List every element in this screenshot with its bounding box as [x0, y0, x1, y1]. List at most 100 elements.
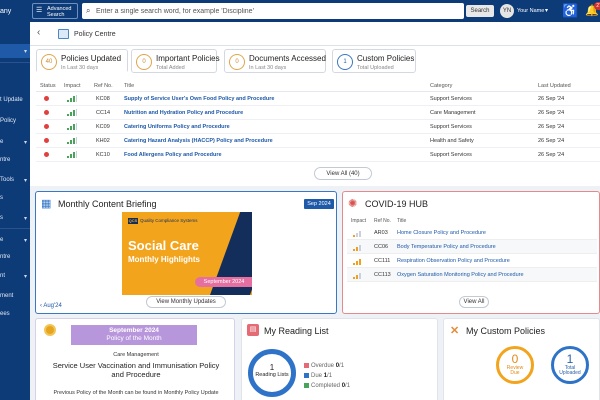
tab-important-policies[interactable]: 0 Important Policies Total Added — [131, 49, 220, 73]
advanced-search-button[interactable]: ☰ Advanced Search — [32, 3, 78, 19]
user-name[interactable]: Your Name — [517, 8, 544, 14]
tab-subtitle: Total Uploaded — [357, 65, 394, 71]
sidebar-item-9[interactable]: e — [0, 237, 3, 243]
tab-title: Important Policies — [156, 54, 220, 63]
last-updated: 26 Sep '24 — [538, 152, 565, 158]
accessibility-icon[interactable]: ♿ — [562, 3, 578, 19]
col-impact[interactable]: Impact — [64, 83, 81, 89]
sidebar-item-tools[interactable]: Tools — [0, 177, 14, 183]
last-updated: 26 Sep '24 — [538, 110, 565, 116]
tab-title: Policies Updated — [61, 54, 122, 63]
view-all-button[interactable]: View All (40) — [314, 167, 372, 180]
status-dot — [44, 152, 49, 157]
chevron-down-icon: ▾ — [23, 238, 27, 244]
covid-row: CC111 Respiration Observation Policy and… — [347, 254, 597, 268]
table-row: KC10 Food Allergens Policy and Procedure… — [36, 148, 600, 162]
col-status[interactable]: Status — [40, 83, 56, 89]
policy-link[interactable]: Oxygen Saturation Monitoring Policy and … — [397, 272, 524, 278]
reading-list-icon: ▤ — [247, 324, 259, 336]
covid-row: CC06 Body Temperature Policy and Procedu… — [347, 240, 597, 254]
sidebar-item-7[interactable]: s — [0, 195, 3, 201]
sidebar-item-centre-2[interactable]: ntre — [0, 254, 10, 260]
sidebar: any ▾ t Update Policy e ▾ ntre Tools ▾ s… — [0, 0, 30, 400]
total-uploaded-counter[interactable]: 1 Total Uploaded — [551, 346, 589, 384]
month-badge: Sep 2024 — [304, 199, 334, 209]
back-icon[interactable]: ‹ — [37, 27, 40, 38]
tab-count: 0 — [229, 54, 245, 70]
sidebar-item-4[interactable]: e — [0, 139, 3, 145]
policy-title[interactable]: Service User Vaccination and Immunisatio… — [46, 361, 226, 379]
sidebar-item-centre[interactable]: ntre — [0, 157, 10, 163]
col-ref: Ref No. — [374, 218, 391, 224]
table-row: KH02 Catering Hazard Analysis (HACCP) Po… — [36, 134, 600, 148]
policy-centre-icon — [58, 29, 69, 39]
legend-overdue: Overdue 0/1 — [304, 363, 344, 369]
sidebar-item-update[interactable]: t Update — [0, 97, 23, 103]
brand-name: any — [0, 8, 12, 15]
ref-no: KH02 — [96, 138, 110, 144]
ref-no: KC09 — [96, 124, 110, 130]
covid-row: AR03 Home Closure Policy and Procedure — [347, 226, 597, 240]
view-all-button[interactable]: View All — [459, 296, 489, 308]
impact-bars-icon — [67, 95, 77, 102]
ribbon-month: September 2024 — [109, 327, 159, 334]
sidebar-item-8[interactable]: s — [0, 215, 3, 221]
chevron-down-icon[interactable]: ▾ — [545, 7, 548, 14]
sidebar-divider — [0, 62, 30, 63]
tab-documents-accessed[interactable]: 0 Documents Accessed In Last 30 days — [224, 49, 326, 73]
col-last-updated[interactable]: Last Updated — [538, 83, 571, 89]
tab-policies-updated[interactable]: 40 Policies Updated In Last 30 days — [36, 49, 128, 73]
tools-icon: ✕ — [450, 325, 460, 337]
chevron-down-icon: ▾ — [23, 216, 27, 222]
col-title: Title — [397, 218, 407, 224]
policy-of-month-card: September 2024 Policy of the Month Care … — [35, 318, 235, 400]
avatar[interactable]: YN — [500, 4, 514, 18]
ref-no: CC06 — [374, 244, 389, 250]
notification-badge: 27 — [594, 2, 600, 10]
monthly-briefing-card: ▦ Monthly Content Briefing Sep 2024 QCS Q… — [35, 191, 337, 314]
reading-list-card: ▤ My Reading List 1 Reading Lists Overdu… — [241, 318, 438, 400]
review-due-counter[interactable]: 0 Review Due — [496, 346, 534, 384]
sidebar-item-policy[interactable]: Policy — [0, 118, 16, 124]
policy-link[interactable]: Food Allergens Policy and Procedure — [124, 152, 222, 158]
sidebar-divider — [0, 228, 30, 229]
policy-link[interactable]: Nutrition and Hydration Policy and Proce… — [124, 110, 243, 116]
tab-title: Documents Accessed — [249, 54, 326, 63]
monthly-highlights-banner[interactable]: QCS Quality Compliance Systems Social Car… — [122, 212, 252, 295]
policy-link[interactable]: Body Temperature Policy and Procedure — [397, 244, 496, 250]
legend-completed: Completed 0/1 — [304, 383, 350, 389]
impact-bars-icon — [67, 151, 77, 158]
banner-month: September 2024 — [195, 277, 252, 287]
policy-link[interactable]: Respiration Observation Policy and Proce… — [397, 258, 510, 264]
policy-category: Care Management — [113, 352, 159, 358]
breadcrumb: ‹ Policy Centre — [30, 22, 600, 46]
category: Support Services — [430, 124, 472, 130]
col-title[interactable]: Title — [124, 83, 134, 89]
policy-link[interactable]: Catering Uniforms Policy and Procedure — [124, 124, 230, 130]
policy-link[interactable]: Catering Hazard Analysis (HACCP) Policy … — [124, 138, 273, 144]
impact-bars-icon — [353, 272, 363, 279]
impact-bars-icon — [67, 137, 77, 144]
search-button[interactable]: Search — [466, 5, 494, 17]
policy-link[interactable]: Supply of Service User's Own Food Policy… — [124, 96, 274, 102]
reading-list-label: Reading Lists — [255, 372, 289, 378]
tab-custom-policies[interactable]: 1 Custom Policies Total Uploaded — [332, 49, 416, 73]
previous-month-link[interactable]: ‹ Aug'24 — [40, 303, 62, 309]
custom-policies-card: ✕ My Custom Policies 0 Review Due 1 Tota… — [443, 318, 600, 400]
col-ref[interactable]: Ref No. — [94, 83, 113, 89]
ref-no: CC14 — [96, 110, 111, 116]
ref-no: CC113 — [374, 272, 391, 278]
search-input[interactable] — [96, 5, 396, 17]
policy-link[interactable]: Home Closure Policy and Procedure — [397, 230, 486, 236]
sidebar-item-11[interactable]: nt — [0, 273, 5, 279]
tab-subtitle: In Last 30 days — [249, 65, 287, 71]
sidebar-item-management[interactable]: ment — [0, 293, 13, 299]
medal-icon — [44, 324, 56, 336]
sidebar-item-13[interactable]: ees — [0, 311, 10, 317]
col-category[interactable]: Category — [430, 83, 452, 89]
reading-list-ring[interactable]: 1 Reading Lists — [248, 349, 296, 397]
ribbon-banner: September 2024 Policy of the Month — [71, 325, 197, 345]
page-title: Policy Centre — [74, 31, 116, 38]
impact-bars-icon — [353, 258, 363, 265]
view-monthly-updates-button[interactable]: View Monthly Updates — [146, 296, 226, 308]
